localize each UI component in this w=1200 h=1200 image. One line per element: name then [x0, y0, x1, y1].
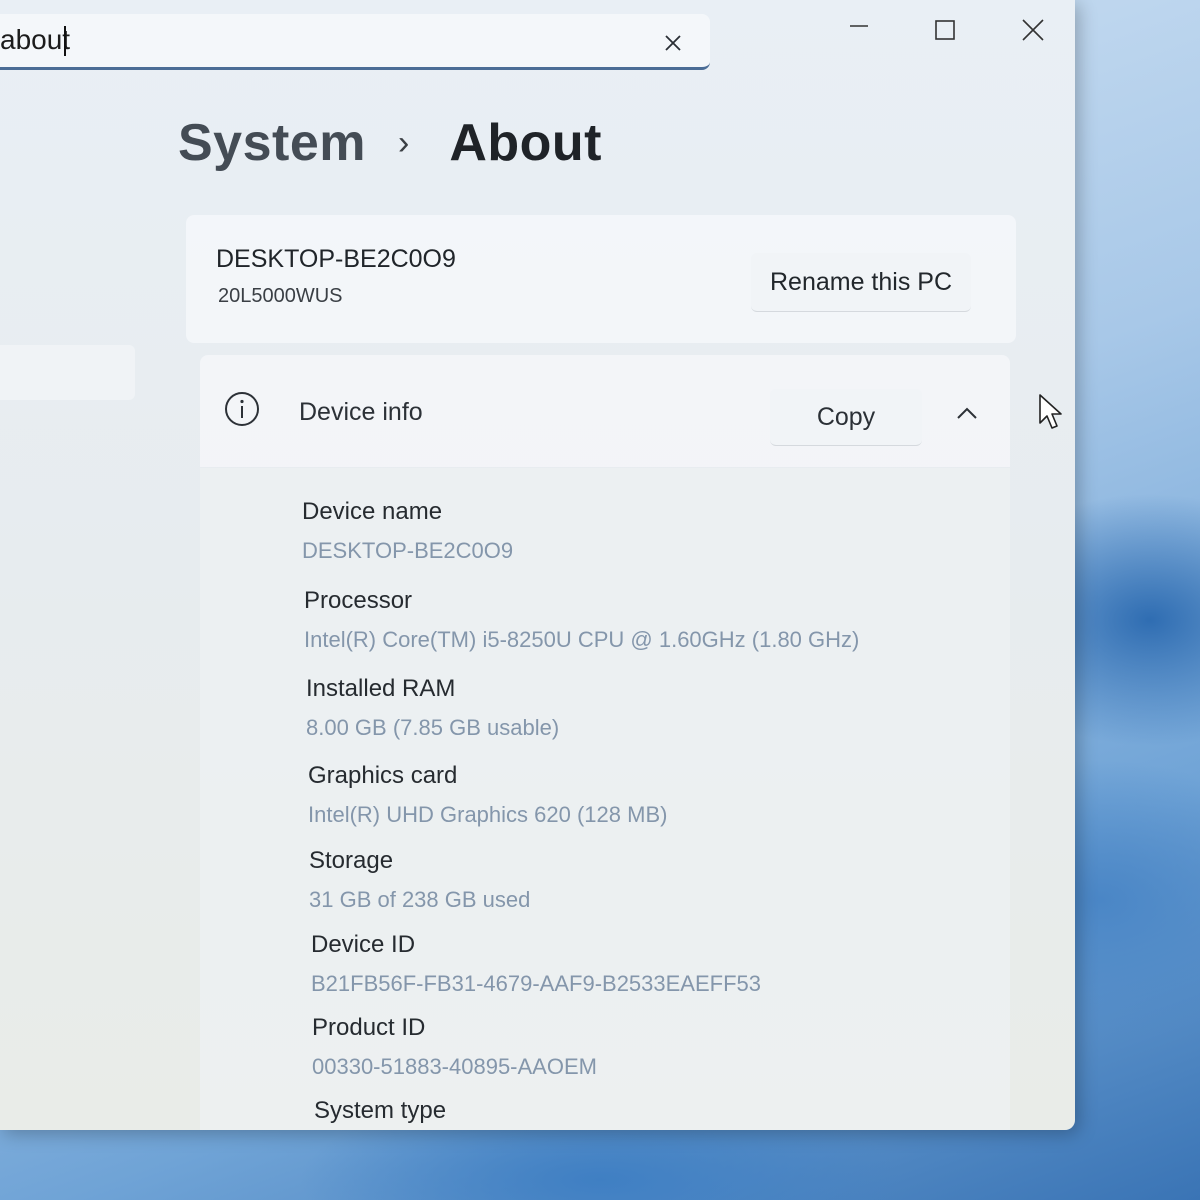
- property-installed-ram: Installed RAM 8.00 GB (7.85 GB usable): [306, 675, 559, 741]
- property-label: Storage: [309, 847, 394, 874]
- close-icon: [665, 35, 681, 51]
- copy-button[interactable]: Copy: [770, 389, 922, 446]
- property-label: Device ID: [311, 931, 416, 958]
- pc-device-name: DESKTOP-BE2C0O9: [216, 245, 456, 273]
- property-label: Device name: [302, 498, 443, 525]
- breadcrumb: System › About: [178, 108, 602, 178]
- property-graphics-card: Graphics card Intel(R) UHD Graphics 620 …: [308, 762, 667, 828]
- maximize-icon: [935, 20, 955, 40]
- property-value: B21FB56F-FB31-4679-AAF9-B2533EAEFF53: [311, 971, 762, 996]
- settings-window: System › About DESKTOP-BE2C0O9 20L5000WU…: [0, 0, 1075, 1130]
- property-value: Intel(R) UHD Graphics 620 (128 MB): [308, 802, 668, 827]
- page-title: About: [449, 114, 602, 172]
- search-input[interactable]: [0, 20, 600, 60]
- breadcrumb-system[interactable]: System: [178, 113, 366, 173]
- device-info-body: Device name DESKTOP-BE2C0O9 Processor In…: [200, 468, 1010, 1130]
- close-icon: [1022, 19, 1044, 41]
- rename-pc-button[interactable]: Rename this PC: [751, 253, 971, 312]
- property-label: Graphics card: [308, 762, 458, 789]
- search-box[interactable]: [0, 14, 710, 70]
- property-value: 31 GB of 238 GB used: [309, 887, 531, 912]
- property-processor: Processor Intel(R) Core(TM) i5-8250U CPU…: [304, 587, 859, 653]
- breadcrumb-separator: ›: [398, 123, 410, 162]
- property-system-type: System type: [314, 1097, 446, 1125]
- property-label: System type: [314, 1097, 447, 1124]
- info-icon: [225, 392, 259, 426]
- property-product-id: Product ID 00330-51883-40895-AAOEM: [312, 1014, 597, 1080]
- property-label: Installed RAM: [306, 675, 456, 702]
- pc-model-number: 20L5000WUS: [218, 285, 343, 307]
- maximize-button[interactable]: [914, 0, 976, 60]
- pc-name-card: DESKTOP-BE2C0O9 20L5000WUS Rename this P…: [186, 215, 1016, 343]
- property-device-name: Device name DESKTOP-BE2C0O9: [302, 498, 513, 564]
- property-value: Intel(R) Core(TM) i5-8250U CPU @ 1.60GHz…: [304, 627, 860, 652]
- search-clear-button[interactable]: [656, 26, 690, 60]
- close-button[interactable]: [1002, 0, 1064, 60]
- mouse-pointer-icon: [1039, 394, 1062, 429]
- device-info-title: Device info: [299, 398, 423, 426]
- sidebar-nav-item[interactable]: [0, 345, 135, 400]
- property-label: Processor: [304, 587, 413, 614]
- property-value: 00330-51883-40895-AAOEM: [312, 1054, 597, 1079]
- property-value: DESKTOP-BE2C0O9: [302, 538, 514, 563]
- minimize-button[interactable]: [828, 0, 890, 60]
- chevron-up-icon[interactable]: [952, 403, 982, 423]
- property-value: 8.00 GB (7.85 GB usable): [306, 715, 560, 740]
- property-label: Product ID: [312, 1014, 426, 1041]
- device-info-header[interactable]: Device info Copy: [200, 355, 1010, 467]
- property-device-id: Device ID B21FB56F-FB31-4679-AAF9-B2533E…: [311, 931, 761, 997]
- text-caret: [64, 26, 66, 56]
- property-storage: Storage 31 GB of 238 GB used: [309, 847, 530, 913]
- minimize-icon: [850, 25, 868, 27]
